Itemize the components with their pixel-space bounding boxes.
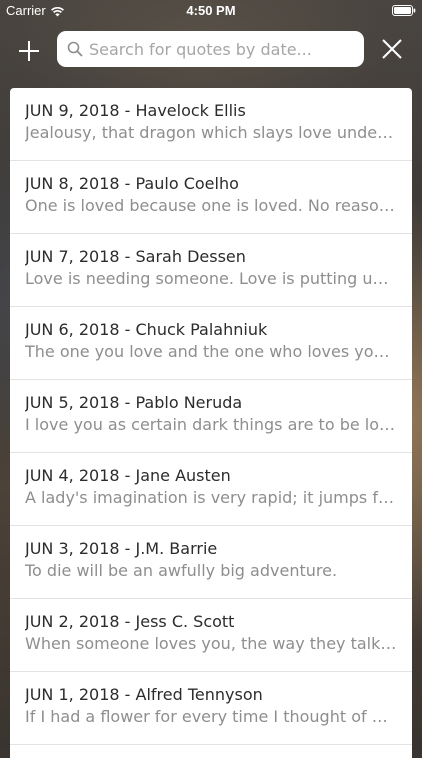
list-item[interactable]: JUN 2, 2018 - Jess C. Scott When someone… <box>10 599 412 672</box>
quote-title: JUN 6, 2018 - Chuck Palahniuk <box>25 320 268 339</box>
quote-title: JUN 8, 2018 - Paulo Coelho <box>25 174 239 193</box>
quote-preview: To die will be an awfully big adventure. <box>25 561 338 580</box>
quote-title: JUN 1, 2018 - Alfred Tennyson <box>25 685 263 704</box>
add-quote-button[interactable] <box>14 36 44 66</box>
quote-preview: A lady's imagination is very rapid; it j… <box>25 488 397 507</box>
list-item[interactable]: JUN 3, 2018 - J.M. Barrie To die will be… <box>10 526 412 599</box>
search-bar[interactable] <box>57 31 364 67</box>
navigation-bar <box>0 22 422 78</box>
quote-title: JUN 2, 2018 - Jess C. Scott <box>25 612 235 631</box>
plus-icon <box>19 41 39 61</box>
quotes-list: JUN 9, 2018 - Havelock Ellis Jealousy, t… <box>10 88 412 758</box>
list-item[interactable]: JUN 8, 2018 - Paulo Coelho One is loved … <box>10 161 412 234</box>
search-icon <box>67 41 83 57</box>
close-button[interactable] <box>380 37 404 61</box>
list-item[interactable]: JUN 7, 2018 - Sarah Dessen Love is needi… <box>10 234 412 307</box>
quote-preview: If I had a flower for every time I thoug… <box>25 707 397 726</box>
search-input[interactable] <box>89 39 359 59</box>
status-time: 4:50 PM <box>186 3 236 18</box>
list-item[interactable]: JUN 9, 2018 - Havelock Ellis Jealousy, t… <box>10 88 412 161</box>
quote-preview: Love is needing someone. Love is putting… <box>25 269 397 288</box>
list-item[interactable]: JUN 1, 2018 - Alfred Tennyson If I had a… <box>10 672 412 745</box>
list-item[interactable]: JUN 5, 2018 - Pablo Neruda I love you as… <box>10 380 412 453</box>
quote-title: JUN 5, 2018 - Pablo Neruda <box>25 393 243 412</box>
quote-title: JUN 4, 2018 - Jane Austen <box>25 466 231 485</box>
quote-preview: When someone loves you, the way they tal… <box>25 634 397 653</box>
list-item[interactable]: JUN 6, 2018 - Chuck Palahniuk The one yo… <box>10 307 412 380</box>
status-bar: Carrier 4:50 PM <box>0 0 422 22</box>
quote-title: JUN 7, 2018 - Sarah Dessen <box>25 247 246 266</box>
quote-preview: The one you love and the one who loves y… <box>25 342 397 361</box>
close-icon <box>382 39 402 59</box>
list-item[interactable]: JUN 4, 2018 - Jane Austen A lady's imagi… <box>10 453 412 526</box>
quote-preview: Jealousy, that dragon which slays love u… <box>25 123 397 142</box>
quote-title: JUN 3, 2018 - J.M. Barrie <box>25 539 218 558</box>
quote-preview: One is loved because one is loved. No re… <box>25 196 397 215</box>
battery-icon <box>392 5 416 16</box>
quote-title: JUN 9, 2018 - Havelock Ellis <box>25 101 246 120</box>
quote-preview: I love you as certain dark things are to… <box>25 415 397 434</box>
